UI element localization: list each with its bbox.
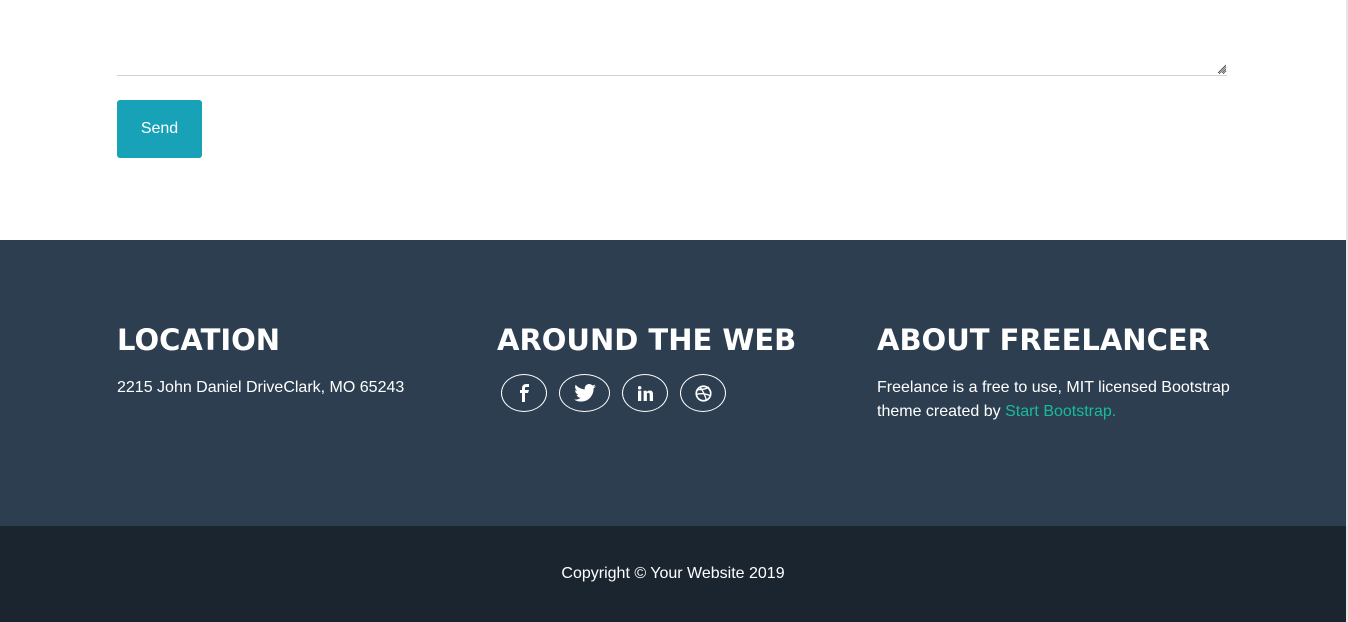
facebook-icon bbox=[520, 384, 529, 402]
copyright-text: Copyright © Your Website 2019 bbox=[561, 565, 785, 582]
linkedin-link[interactable] bbox=[622, 374, 668, 412]
message-textarea[interactable] bbox=[117, 0, 1227, 76]
social-links bbox=[497, 374, 857, 412]
footer: LOCATION 2215 John Daniel DriveClark, MO… bbox=[0, 240, 1346, 526]
location-address: 2215 John Daniel DriveClark, MO 65243 bbox=[117, 379, 405, 396]
dribbble-link[interactable] bbox=[680, 374, 726, 412]
start-bootstrap-link[interactable]: Start Bootstrap. bbox=[1005, 403, 1116, 420]
about-text-block: Freelance is a free to use, MIT licensed… bbox=[877, 376, 1237, 424]
twitter-link[interactable] bbox=[559, 374, 610, 412]
footer-location: LOCATION 2215 John Daniel DriveClark, MO… bbox=[117, 320, 477, 400]
footer-about: ABOUT FREELANCER Freelance is a free to … bbox=[877, 320, 1237, 424]
footer-around-the-web: AROUND THE WEB bbox=[497, 320, 857, 412]
twitter-icon bbox=[573, 384, 596, 402]
dribbble-icon bbox=[694, 384, 712, 402]
location-heading: LOCATION bbox=[117, 323, 281, 357]
facebook-link[interactable] bbox=[501, 374, 547, 412]
send-button[interactable]: Send bbox=[117, 100, 202, 158]
contact-section: Send bbox=[0, 0, 1346, 240]
about-heading: ABOUT FREELANCER bbox=[877, 323, 1211, 357]
copyright-bar: Copyright © Your Website 2019 bbox=[0, 526, 1346, 622]
resize-grip-icon[interactable] bbox=[1217, 64, 1226, 73]
around-web-heading: AROUND THE WEB bbox=[497, 323, 797, 357]
linkedin-icon bbox=[637, 385, 653, 401]
